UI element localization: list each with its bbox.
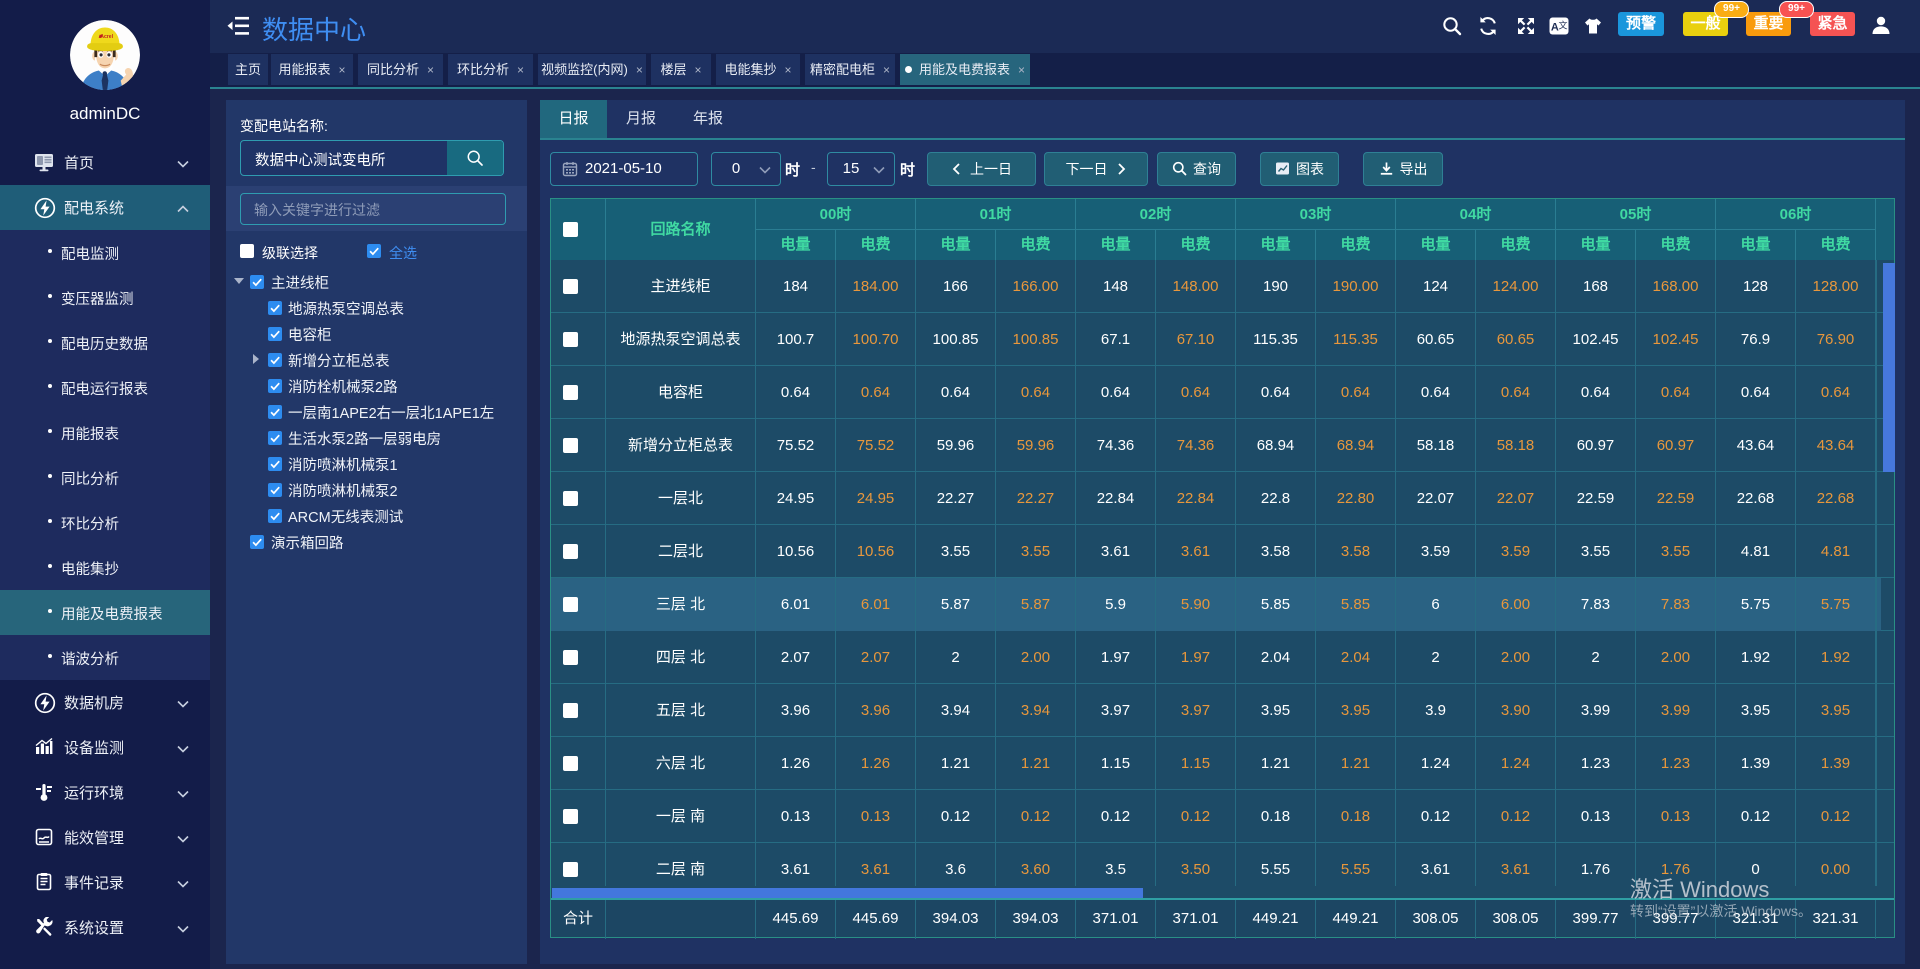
svg-text:文: 文 [1558, 20, 1567, 31]
